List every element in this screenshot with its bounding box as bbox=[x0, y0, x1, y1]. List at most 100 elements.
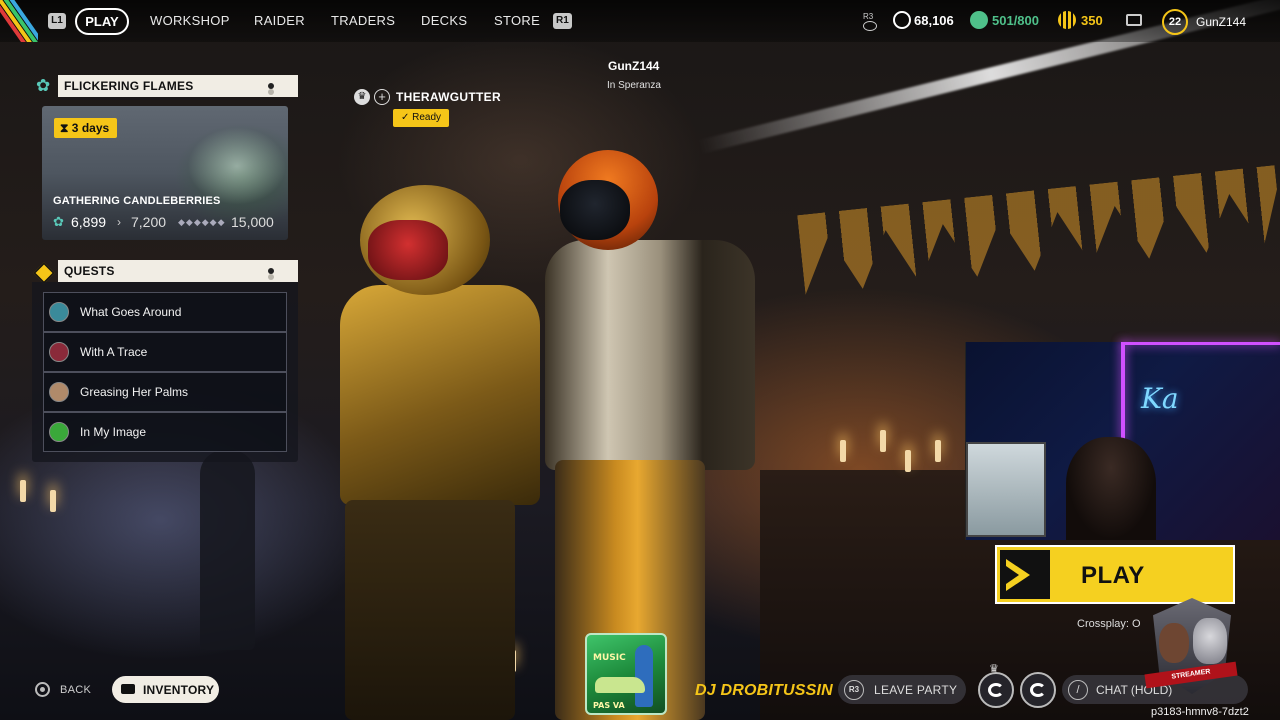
top-navigation-bar: L1 PLAY WORKSHOP RAIDER TRADERS DECKS ST… bbox=[0, 0, 1280, 42]
party-member-avatar[interactable] bbox=[1020, 672, 1056, 708]
background-npc bbox=[200, 450, 255, 650]
credits-icon bbox=[893, 11, 911, 29]
neon-light bbox=[1121, 342, 1280, 345]
candle bbox=[880, 430, 886, 452]
tab-traders[interactable]: TRADERS bbox=[331, 12, 395, 30]
streamer-logo-overlay: STREAMER bbox=[1144, 588, 1238, 710]
event-title: FLICKERING FLAMES bbox=[64, 79, 194, 93]
l1-bumper-hint: L1 bbox=[48, 13, 66, 29]
candle bbox=[20, 480, 26, 502]
logo-face bbox=[1159, 623, 1189, 663]
party-leader-avatar[interactable] bbox=[978, 672, 1014, 708]
hourglass-icon: ⧗ bbox=[60, 121, 69, 135]
page-dots bbox=[268, 83, 288, 95]
page-dots bbox=[268, 268, 288, 280]
webcam-overlay: Ka bbox=[965, 342, 1280, 540]
player-name: GunZ144 bbox=[608, 59, 660, 73]
tokens-value: 350 bbox=[1081, 13, 1103, 28]
album-art-overlay: MUSIC PAS VA bbox=[585, 633, 667, 715]
logo-dog bbox=[1193, 618, 1227, 664]
quests-title: QUESTS bbox=[64, 264, 115, 278]
inventory-capacity-value: 501/800 bbox=[992, 13, 1039, 28]
play-button-label: PLAY bbox=[1081, 562, 1145, 589]
candle bbox=[840, 440, 846, 462]
album-text: MUSIC bbox=[593, 653, 626, 663]
quest-label: With A Trace bbox=[80, 345, 148, 359]
quest-item[interactable]: In My Image bbox=[43, 412, 287, 452]
back-button[interactable]: BACK bbox=[60, 684, 91, 696]
leave-party-button[interactable]: R3 LEAVE PARTY bbox=[838, 675, 966, 704]
album-text: PAS VA bbox=[593, 701, 625, 710]
leave-party-label: LEAVE PARTY bbox=[874, 683, 958, 697]
player-location: In Speranza bbox=[607, 80, 661, 91]
raider-legs bbox=[345, 500, 515, 720]
raider-body bbox=[545, 240, 755, 470]
circle-button-icon bbox=[35, 682, 50, 697]
inventory-label: INVENTORY bbox=[143, 683, 215, 697]
r3-key-hint: R3 bbox=[863, 12, 874, 21]
quest-giver-avatar bbox=[49, 342, 69, 362]
quest-item[interactable]: Greasing Her Palms bbox=[43, 372, 287, 412]
album-car bbox=[595, 677, 645, 693]
timer-value: 3 bbox=[71, 121, 79, 135]
inventory-button[interactable]: INVENTORY bbox=[112, 676, 219, 703]
crossplay-status: Crossplay: O bbox=[1077, 618, 1141, 630]
add-friend-icon[interactable]: + bbox=[374, 89, 390, 105]
r1-bumper-hint: R1 bbox=[553, 13, 572, 29]
session-code: p3183-hmnv8-7dzt2 bbox=[1151, 706, 1249, 718]
raider-visor bbox=[368, 220, 448, 280]
play-arrow-icon bbox=[1000, 550, 1050, 599]
neon-light bbox=[1121, 342, 1125, 442]
tab-workshop[interactable]: WORKSHOP bbox=[150, 12, 230, 30]
quest-giver-avatar bbox=[49, 302, 69, 322]
quest-item[interactable]: With A Trace bbox=[43, 332, 287, 372]
crown-icon: ♛ bbox=[354, 89, 370, 105]
event-name: GATHERING CANDLEBERRIES bbox=[53, 195, 221, 207]
mail-icon[interactable] bbox=[1126, 14, 1142, 26]
chevron-right-icon: › bbox=[117, 215, 121, 229]
dj-name-overlay: DJ DROBITUSSIN bbox=[695, 682, 833, 699]
tab-play[interactable]: PLAY bbox=[75, 8, 129, 35]
progress-pips: ◆◆◆◆◆◆ bbox=[178, 217, 226, 227]
username[interactable]: GunZ144 bbox=[1196, 13, 1246, 31]
party-member-name: THERAWGUTTER bbox=[396, 90, 501, 104]
quest-giver-avatar bbox=[49, 382, 69, 402]
quest-label: Greasing Her Palms bbox=[80, 385, 189, 399]
raider-visor bbox=[560, 180, 630, 240]
inventory-capacity-icon bbox=[970, 11, 988, 29]
r3-key-icon: R3 bbox=[844, 680, 864, 700]
ready-status-badge: ✓ Ready bbox=[393, 109, 449, 127]
progress-next: 7,200 bbox=[131, 214, 167, 230]
raider-body bbox=[340, 285, 540, 505]
tab-raider[interactable]: RAIDER bbox=[254, 12, 305, 30]
candle bbox=[935, 440, 941, 462]
event-panel-header[interactable]: FLICKERING FLAMES bbox=[58, 75, 298, 97]
timer-unit: days bbox=[81, 121, 110, 135]
progress-current: 6,899 bbox=[71, 214, 107, 230]
tab-decks[interactable]: DECKS bbox=[421, 12, 467, 30]
tab-store[interactable]: STORE bbox=[494, 12, 540, 30]
candle bbox=[905, 450, 911, 472]
gear-icon: ✿ bbox=[53, 214, 64, 229]
quest-giver-avatar bbox=[49, 422, 69, 442]
streamer-silhouette bbox=[1066, 437, 1156, 540]
quest-label: In My Image bbox=[80, 425, 147, 439]
neon-sign: Ka bbox=[1141, 382, 1179, 415]
gear-icon: ✿ bbox=[36, 76, 51, 95]
candle bbox=[50, 490, 56, 512]
bunting-flags bbox=[797, 165, 1280, 295]
quest-item[interactable]: What Goes Around bbox=[43, 292, 287, 332]
progress-max: 15,000 bbox=[231, 214, 274, 230]
person-icon[interactable] bbox=[863, 21, 877, 31]
monitor bbox=[966, 442, 1046, 537]
event-card[interactable]: ⧗ 3 days GATHERING CANDLEBERRIES ✿ 6,899… bbox=[42, 106, 288, 240]
quests-panel-header[interactable]: QUESTS bbox=[58, 260, 298, 282]
credits-value: 68,106 bbox=[914, 13, 954, 28]
event-timer-badge: ⧗ 3 days bbox=[54, 118, 118, 138]
tokens-icon bbox=[1058, 11, 1076, 29]
pencil-icon: / bbox=[1068, 680, 1088, 700]
quest-label: What Goes Around bbox=[80, 305, 182, 319]
touchpad-icon bbox=[121, 684, 135, 694]
player-level-badge: 22 bbox=[1162, 9, 1188, 35]
brand-stripes bbox=[0, 0, 38, 42]
